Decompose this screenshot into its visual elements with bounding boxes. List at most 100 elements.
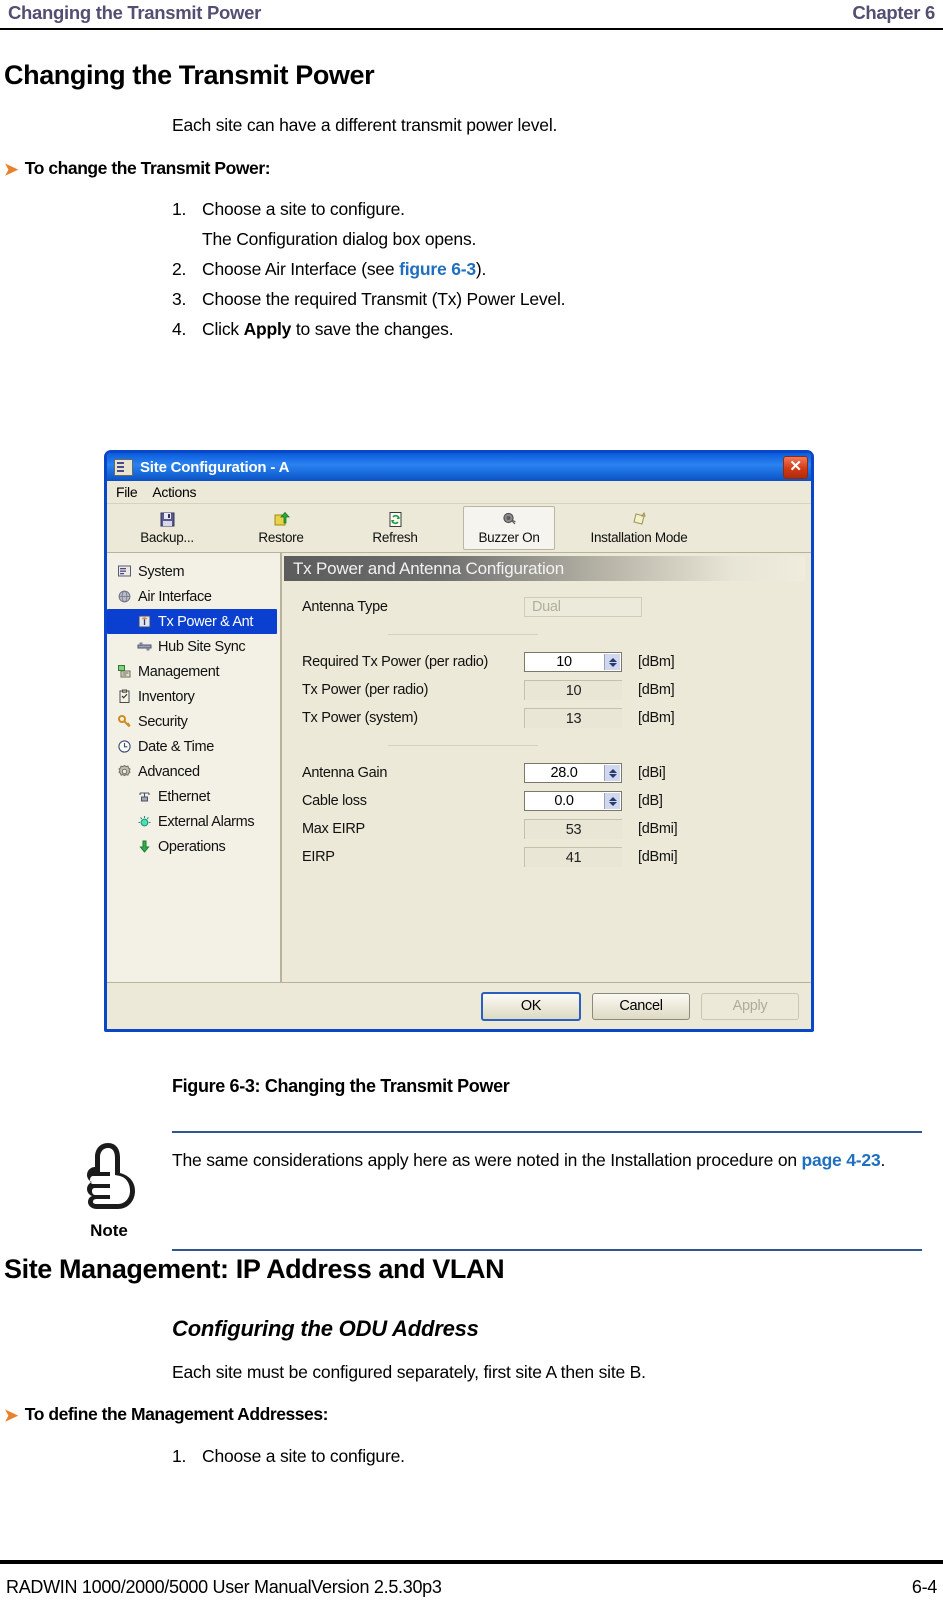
step-1-result: The Configuration dialog box opens.	[202, 229, 477, 249]
tree-item-tx-power-and-ant[interactable]: Tx Power & Ant	[107, 609, 277, 634]
field-unit: [dB]	[638, 793, 663, 809]
toolbar-button-refresh[interactable]: Refresh	[349, 506, 441, 550]
ok-button[interactable]: OK	[481, 991, 581, 1021]
menu-file[interactable]: File	[116, 484, 138, 500]
apply-button: Apply	[701, 992, 799, 1020]
field-label: Required Tx Power (per radio)	[302, 654, 489, 670]
clock-icon	[117, 739, 132, 754]
window-title: Site Configuration - A	[140, 458, 290, 476]
note-text-post: .	[880, 1150, 886, 1170]
tx-power-form: Antenna Type Dual Required Tx Power (per…	[282, 581, 811, 871]
step-text: Choose a site to configure.	[202, 1446, 405, 1466]
footer-left: RADWIN 1000/2000/5000 User ManualVersion…	[6, 1576, 442, 1597]
close-icon[interactable]: ✕	[783, 456, 808, 479]
field-label: Cable loss	[302, 793, 367, 809]
running-head-left: Changing the Transmit Power	[8, 2, 261, 23]
field-tx-power-per-radio: Tx Power (per radio) 10 [dBm]	[302, 676, 811, 704]
antenna-gain-input[interactable]: 28.0	[524, 763, 622, 783]
step-number: 3.	[172, 289, 187, 309]
tree-item-label: Air Interface	[138, 588, 212, 605]
field-label: EIRP	[302, 849, 335, 865]
menu-actions[interactable]: Actions	[152, 484, 196, 500]
tree-item-ethernet[interactable]: Ethernet	[107, 784, 280, 809]
field-eirp: EIRP 41 [dBmi]	[302, 843, 811, 871]
management-icon	[117, 664, 132, 679]
refresh-page-icon	[387, 511, 404, 528]
eirp-value: 41	[524, 847, 622, 867]
tree-item-advanced[interactable]: Advanced	[107, 759, 280, 784]
toolbar-button-backup[interactable]: Backup...	[121, 506, 213, 550]
tree-item-date-and-time[interactable]: Date & Time	[107, 734, 280, 759]
stepper-up-icon[interactable]	[608, 657, 617, 662]
tree-item-inventory[interactable]: Inventory	[107, 684, 280, 709]
procedure-heading-1-label: To change the Transmit Power:	[24, 158, 271, 178]
field-unit: [dBm]	[638, 710, 675, 726]
cable-loss-input[interactable]: 0.0	[524, 791, 622, 811]
steps-list-2: 1. Choose a site to configure.	[0, 1446, 943, 1476]
stepper-down-icon[interactable]	[608, 801, 617, 806]
toolbar-button-restore[interactable]: Restore	[235, 506, 327, 550]
tree-item-operations[interactable]: Operations	[107, 834, 280, 859]
stepper-up-icon[interactable]	[608, 796, 617, 801]
figure-6-3-link[interactable]: figure 6-3	[399, 259, 476, 279]
stepper-down-icon[interactable]	[608, 773, 617, 778]
antenna-type-select[interactable]: Dual	[524, 597, 642, 617]
field-max-eirp: Max EIRP 53 [dBmi]	[302, 815, 811, 843]
required-tx-power-input[interactable]: 10	[524, 652, 622, 672]
step-item: 1. Choose a site to configure.	[172, 1446, 943, 1467]
tree-item-external-alarms[interactable]: External Alarms	[107, 809, 280, 834]
tree-item-air-interface[interactable]: Air Interface	[107, 584, 280, 609]
tree-item-label: Management	[138, 663, 220, 680]
field-label: Antenna Type	[302, 599, 388, 615]
tree-item-label: Ethernet	[158, 788, 211, 805]
step-item: 2. Choose Air Interface (see figure 6-3)…	[172, 259, 943, 280]
step-item: 3. Choose the required Transmit (Tx) Pow…	[172, 289, 943, 310]
toolbar-button-refresh-label: Refresh	[372, 530, 418, 545]
procedure-heading-2: ➤ To define the Management Addresses:	[4, 1404, 328, 1425]
tree-item-security[interactable]: Security	[107, 709, 280, 734]
site-configuration-window: Site Configuration - A ✕ File Actions Ba…	[104, 450, 814, 1032]
field-unit: [dBi]	[638, 765, 666, 781]
window-titlebar[interactable]: Site Configuration - A ✕	[107, 453, 811, 481]
tree-item-label: Date & Time	[138, 738, 214, 755]
steps-list-1b: 2. Choose Air Interface (see figure 6-3)…	[0, 259, 943, 340]
field-label: Antenna Gain	[302, 765, 388, 781]
note-text: The same considerations apply here as we…	[172, 1133, 885, 1172]
tree-item-label: Advanced	[138, 763, 200, 780]
cancel-button[interactable]: Cancel	[592, 992, 690, 1020]
note-rule-bottom	[172, 1249, 922, 1251]
hub-site-sync-icon	[137, 639, 152, 654]
stepper-up-icon[interactable]	[608, 768, 617, 773]
toolbar: Backup... Restore Refresh Buzzer On Inst…	[107, 504, 811, 553]
cable-loss-stepper[interactable]	[604, 793, 620, 809]
step-item: 4. Click Apply to save the changes.	[172, 319, 943, 340]
required-tx-power-stepper[interactable]	[604, 654, 620, 670]
page-4-23-link[interactable]: page 4-23	[802, 1150, 881, 1170]
antenna-gain-stepper[interactable]	[604, 765, 620, 781]
toolbar-button-installation-mode[interactable]: Installation Mode	[577, 506, 701, 550]
tree-item-label: Security	[138, 713, 188, 730]
stepper-down-icon[interactable]	[608, 662, 617, 667]
tree-item-management[interactable]: Management	[107, 659, 280, 684]
tx-power-system-value: 13	[524, 708, 622, 728]
step-number: 1.	[172, 199, 187, 219]
security-key-icon	[117, 714, 132, 729]
inventory-clipboard-icon	[117, 689, 132, 704]
tree-item-hub-site-sync[interactable]: Hub Site Sync	[107, 634, 280, 659]
field-unit: [dBmi]	[638, 849, 678, 865]
field-label: Tx Power (per radio)	[302, 682, 429, 698]
field-unit: [dBm]	[638, 654, 675, 670]
tree-item-label: System	[138, 563, 185, 580]
section-2-subtitle: Configuring the ODU Address	[172, 1316, 479, 1341]
tree-item-label: Inventory	[138, 688, 195, 705]
tx-power-per-radio-value: 10	[524, 680, 622, 700]
step-number: 1.	[172, 1446, 187, 1466]
running-head-rule	[0, 28, 943, 30]
footer-rule	[0, 1560, 943, 1564]
navigation-tree: System Air Interface Tx Power & Ant Hub …	[107, 553, 282, 993]
tree-item-system[interactable]: System	[107, 559, 280, 584]
field-tx-power-system: Tx Power (system) 13 [dBm]	[302, 704, 811, 732]
tree-item-label: Operations	[158, 838, 226, 855]
form-divider-2	[388, 745, 538, 746]
toolbar-button-buzzer-on[interactable]: Buzzer On	[463, 506, 555, 550]
